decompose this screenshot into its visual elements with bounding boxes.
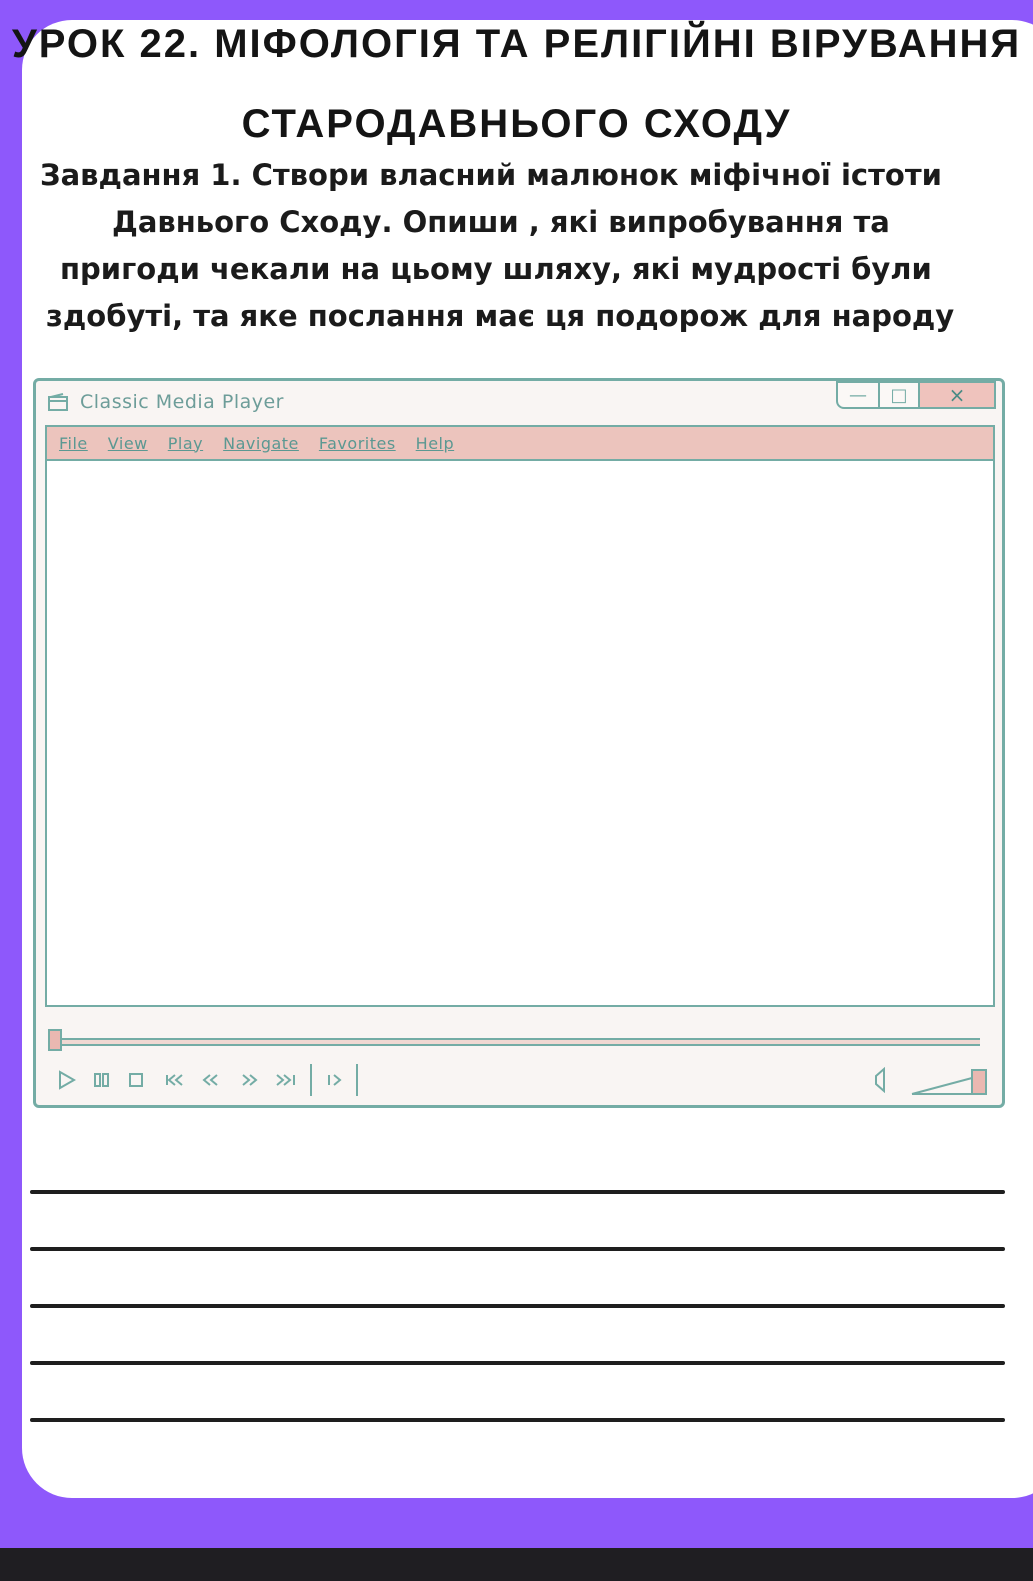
- task-line: здобуті, та яке послання має ця подорож …: [46, 299, 955, 333]
- maximize-button[interactable]: □: [880, 381, 920, 409]
- title-bar[interactable]: Classic Media Player — □ ×: [36, 381, 1002, 421]
- task-line: Давнього Сходу. Опиши , які випробування…: [112, 205, 890, 239]
- fast-forward-icon[interactable]: [238, 1063, 260, 1097]
- stop-icon[interactable]: [126, 1063, 146, 1097]
- media-player-window: Classic Media Player — □ × File View Pla…: [33, 378, 1005, 1108]
- menu-favorites[interactable]: Favorites: [319, 434, 396, 453]
- menu-file[interactable]: File: [59, 434, 88, 453]
- lesson-title: УРОК 22. МІФОЛОГІЯ ТА РЕЛІГІЙНІ ВІРУВАНН…: [11, 22, 1022, 66]
- play-icon[interactable]: [56, 1063, 78, 1097]
- window-controls: — □ ×: [836, 381, 996, 411]
- lesson-subtitle: СТАРОДАВНЬОГО СХОДУ: [241, 102, 792, 146]
- task-line: Завдання 1. Створи власний малюнок міфіч…: [40, 158, 942, 192]
- skip-back-icon[interactable]: [164, 1063, 186, 1097]
- separator: [354, 1063, 360, 1097]
- answer-line[interactable]: [30, 1361, 1005, 1365]
- menu-bar: File View Play Navigate Favorites Help: [45, 425, 995, 461]
- separator: [308, 1063, 314, 1097]
- answer-line[interactable]: [30, 1418, 1005, 1422]
- seek-handle[interactable]: [48, 1029, 62, 1051]
- menu-view[interactable]: View: [108, 434, 148, 453]
- pause-icon[interactable]: [92, 1063, 112, 1097]
- minimize-button[interactable]: —: [836, 381, 880, 409]
- menu-navigate[interactable]: Navigate: [223, 434, 299, 453]
- playback-controls: [52, 1063, 992, 1097]
- bottom-bar: [0, 1548, 1033, 1581]
- window-title: Classic Media Player: [80, 391, 284, 413]
- volume-icon[interactable]: [870, 1063, 894, 1097]
- volume-slider[interactable]: [910, 1063, 990, 1097]
- menu-help[interactable]: Help: [416, 434, 454, 453]
- close-button[interactable]: ×: [920, 381, 996, 409]
- seek-bar[interactable]: [50, 1038, 980, 1046]
- player-app-icon: [48, 393, 68, 411]
- video-display-area[interactable]: [45, 459, 995, 1007]
- skip-forward-icon[interactable]: [274, 1063, 298, 1097]
- answer-line[interactable]: [30, 1190, 1005, 1194]
- rewind-icon[interactable]: [200, 1063, 222, 1097]
- task-line: пригоди чекали на цьому шляху, які мудро…: [60, 252, 932, 286]
- answer-line[interactable]: [30, 1247, 1005, 1251]
- task-text: Завдання 1. Створи власний малюнок міфіч…: [40, 152, 1033, 340]
- answer-line[interactable]: [30, 1304, 1005, 1308]
- frame-step-icon[interactable]: [324, 1063, 346, 1097]
- menu-play[interactable]: Play: [168, 434, 203, 453]
